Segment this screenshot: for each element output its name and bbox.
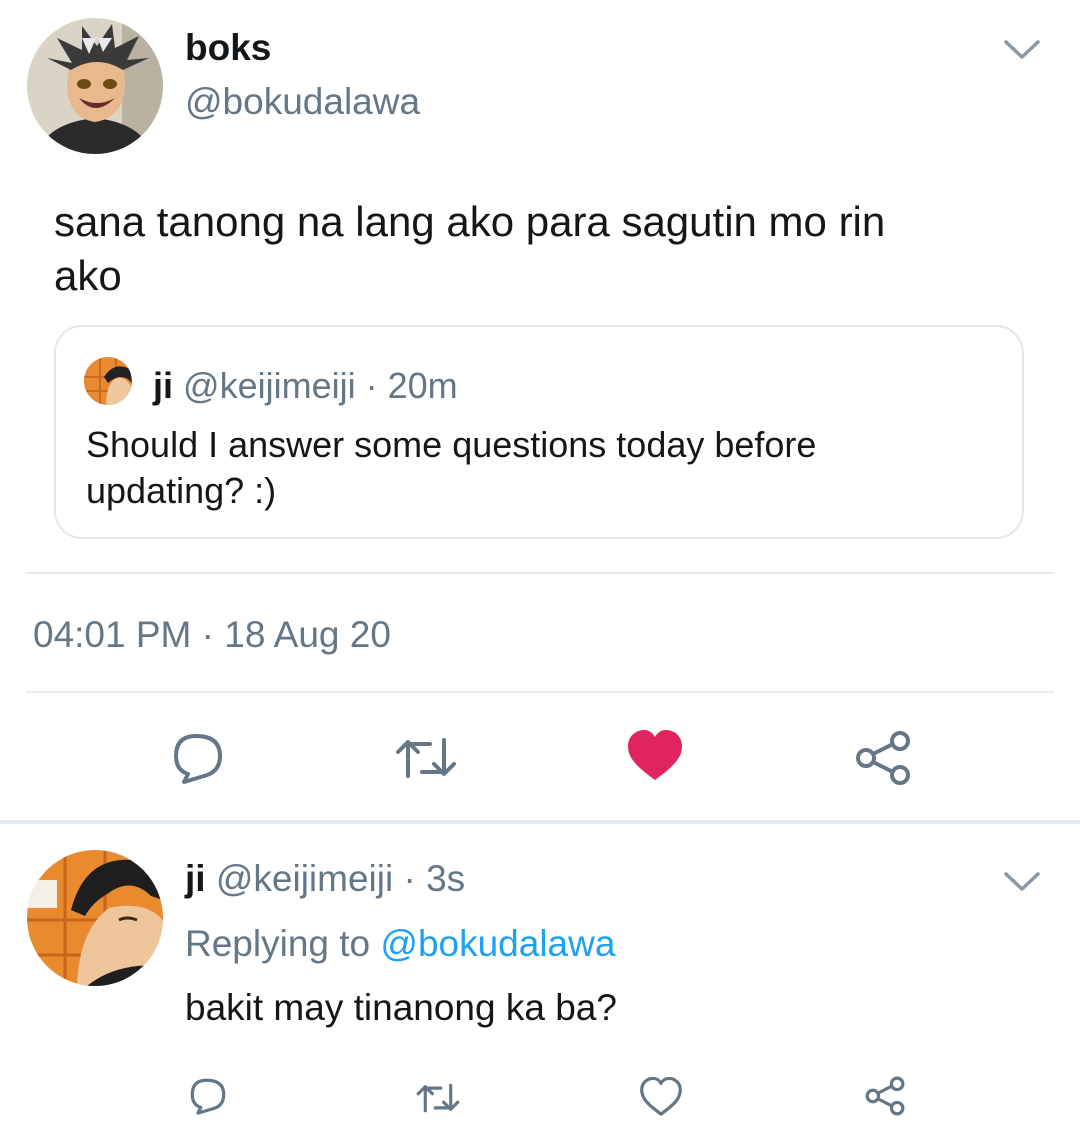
quoted-time: · 20m <box>365 365 458 406</box>
quoted-text-line-2: updating? :) <box>86 470 277 511</box>
replying-to-label: Replying to <box>185 923 371 964</box>
share-icon[interactable] <box>854 730 912 786</box>
reply-author-avatar[interactable] <box>27 850 163 986</box>
quoted-display-name[interactable]: ji <box>153 365 173 406</box>
heart-icon[interactable] <box>626 728 684 784</box>
divider <box>26 691 1054 693</box>
quoted-tweet-header: ji @keijimeiji · 20m <box>153 364 458 408</box>
quoted-text-line-1: Should I answer some questions today bef… <box>86 424 817 465</box>
author-avatar[interactable] <box>27 18 163 154</box>
reply-time: · 3s <box>403 858 466 899</box>
replying-to-line: Replying to @bokudalawa <box>185 922 615 966</box>
divider <box>26 572 1054 574</box>
retweet-icon[interactable] <box>392 730 460 786</box>
reply-text: bakit may tinanong ka ba? <box>185 987 617 1028</box>
author-handle[interactable]: @bokudalawa <box>185 80 420 124</box>
reply-handle[interactable]: @keijimeiji <box>216 858 393 899</box>
tweet-text-line-1: sana tanong na lang ako para sagutin mo … <box>54 198 886 245</box>
retweet-icon[interactable] <box>414 1078 462 1118</box>
reply-display-name[interactable]: ji <box>185 858 206 899</box>
section-separator <box>0 820 1080 824</box>
share-icon[interactable] <box>864 1076 906 1116</box>
reply-icon[interactable] <box>188 1076 228 1116</box>
quoted-author-avatar <box>84 357 132 405</box>
chevron-down-icon[interactable] <box>1002 38 1042 62</box>
replying-to-handle-link[interactable]: @bokudalawa <box>380 923 615 964</box>
reply-icon[interactable] <box>170 730 226 786</box>
author-display-name[interactable]: boks <box>185 26 271 70</box>
tweet-text-line-2: ako <box>54 252 122 299</box>
quoted-handle[interactable]: @keijimeiji <box>183 365 356 406</box>
tweet-timestamp[interactable]: 04:01 PM · 18 Aug 20 <box>33 613 391 657</box>
heart-outline-icon[interactable] <box>640 1077 682 1117</box>
reply-header: ji @keijimeiji · 3s <box>185 857 465 901</box>
chevron-down-icon[interactable] <box>1002 870 1042 894</box>
